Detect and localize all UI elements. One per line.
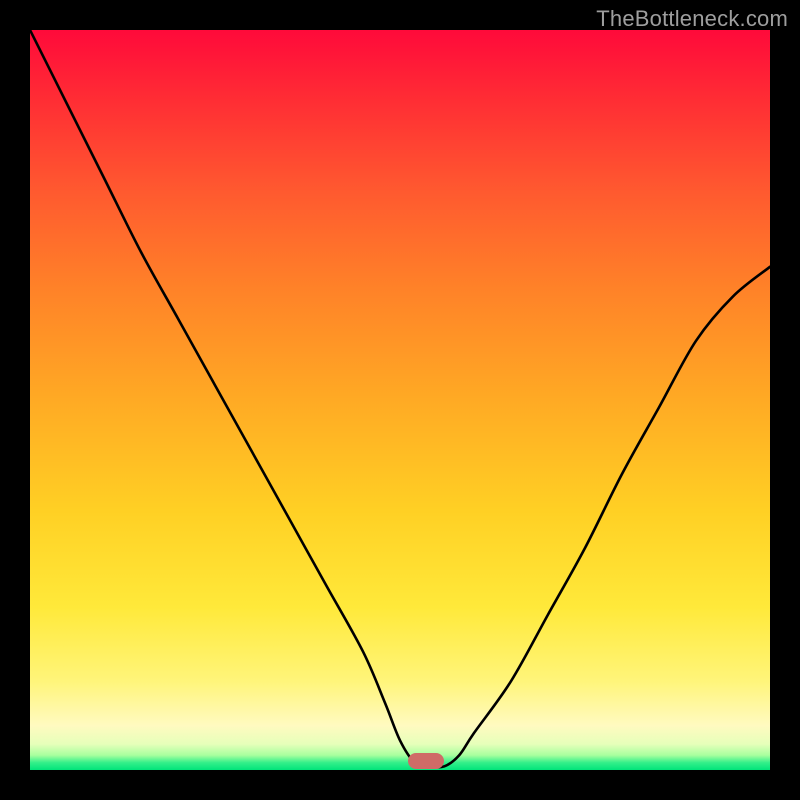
optimum-marker xyxy=(408,753,444,769)
attribution-label: TheBottleneck.com xyxy=(596,6,788,32)
plot-area xyxy=(30,30,770,770)
bottleneck-curve xyxy=(30,30,770,770)
chart-frame: TheBottleneck.com xyxy=(0,0,800,800)
